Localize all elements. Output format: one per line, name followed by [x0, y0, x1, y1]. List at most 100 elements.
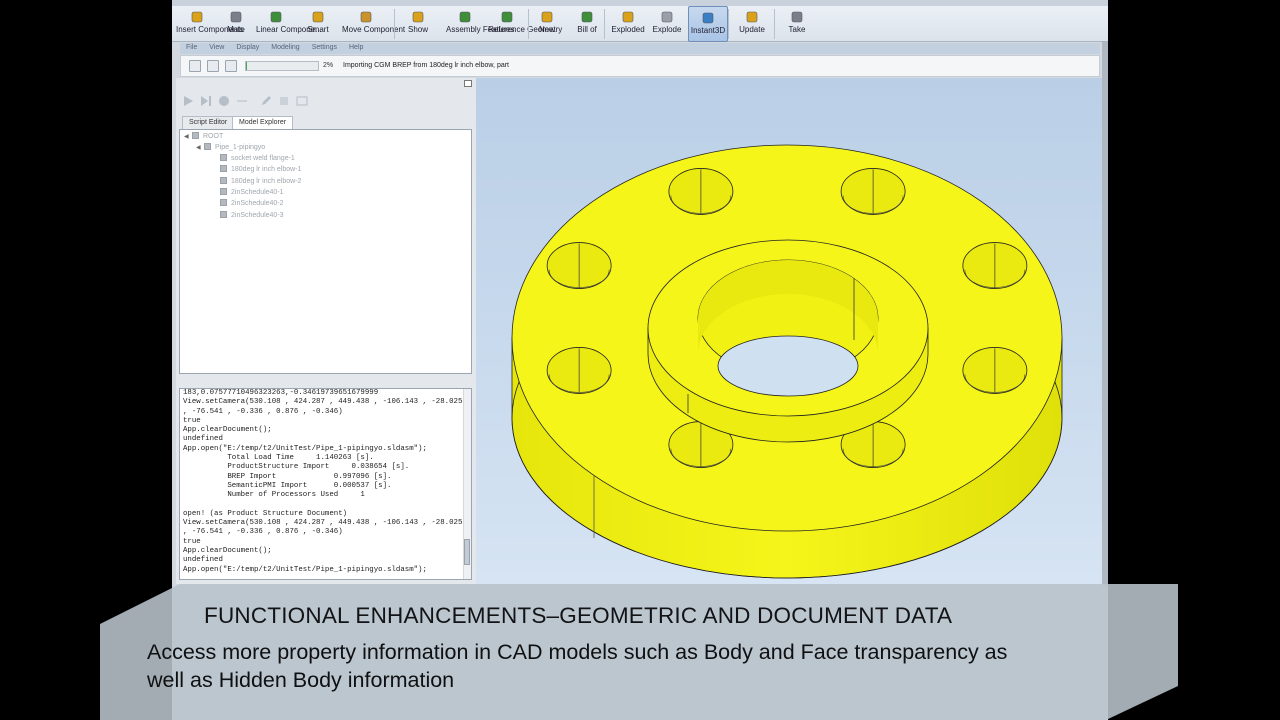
console-line: undefined — [183, 435, 223, 444]
show-button[interactable]: Show — [400, 6, 436, 42]
smart-button[interactable]: Smart — [300, 6, 336, 42]
panel-restore-icon[interactable] — [464, 80, 472, 87]
model-explorer-tree: ◀ ROOT ◀ Pipe_1-pipingyo socket weld flang… — [179, 129, 472, 374]
bolt-hole — [962, 242, 1028, 289]
console-scrollbar[interactable] — [463, 389, 471, 579]
reference-icon — [500, 10, 514, 24]
clear-icon[interactable] — [278, 95, 290, 107]
3d-viewport[interactable] — [476, 78, 1102, 584]
tree-item[interactable]: 2inSchedule40-2 — [220, 199, 284, 209]
bolt-hole — [840, 168, 906, 215]
ribbon-button-label: Show — [407, 25, 428, 34]
tree-item[interactable]: 2inSchedule40-1 — [220, 187, 284, 198]
part-icon — [220, 187, 227, 195]
collapse-triangle-icon[interactable]: ◀ — [196, 144, 204, 151]
console-line: App.open("E:/temp/t2/UnitTest/Pipe_1-pip… — [183, 444, 427, 453]
run-icon[interactable] — [182, 95, 194, 107]
menu-item-settings[interactable]: Settings — [306, 43, 343, 51]
ribbon-separator — [394, 9, 395, 39]
instant3d-button[interactable]: Instant3D — [688, 6, 728, 42]
part-icon — [220, 154, 227, 161]
console-line: Total Load Time 1.140263 [s]. — [183, 454, 374, 463]
move-component-button[interactable]: Move Component — [342, 6, 405, 42]
bill-of-materials-button[interactable]: Bill of — [568, 6, 606, 42]
exploded-icon — [621, 10, 635, 24]
console-output: 183,0.07577710496323263,-0.3461973965167… — [183, 389, 463, 575]
ribbon-button-label: Instant3D — [690, 26, 726, 35]
console-line: BREP Import 0.997096 [s]. — [183, 472, 392, 481]
tree-root-label: ROOT — [203, 133, 224, 140]
tree-item[interactable]: 180deg lr inch elbow-2 — [220, 176, 302, 187]
tree-item-label: 2inSchedule40-2 — [231, 200, 284, 208]
edit-icon[interactable] — [207, 60, 219, 72]
tree-item-label: 180deg lr inch elbow-2 — [231, 177, 302, 185]
ribbon-button-label: New — [538, 25, 555, 34]
part-icon — [220, 165, 227, 173]
root-icon — [192, 132, 199, 139]
stop-icon[interactable] — [218, 95, 230, 107]
console-line: SemanticPMI Import 0.000537 [s]. — [183, 481, 392, 490]
tree-assembly-label: Pipe_1-pipingyo — [215, 144, 266, 151]
mate-button[interactable]: Mate — [222, 6, 250, 42]
script-toolbar — [180, 92, 470, 110]
console-line: ProductStructure Import 0.038654 [s]. — [183, 463, 410, 472]
mate-icon — [229, 10, 243, 24]
import-status-message: Importing CGM BREP from 180deg lr inch e… — [343, 62, 510, 69]
menu-item-help[interactable]: Help — [343, 43, 369, 51]
tree-item[interactable]: 2inSchedule40-3 — [220, 210, 284, 221]
ribbon-button-label: Mate — [227, 25, 245, 34]
update-button[interactable]: Update — [734, 6, 770, 42]
explode-button[interactable]: Explode — [650, 6, 684, 42]
save-icon[interactable] — [225, 60, 237, 72]
linear-component-button[interactable]: Linear Compone... — [256, 6, 322, 42]
import-toolbar: 2% Importing CGM BREP from 180deg lr inc… — [180, 55, 1100, 77]
console-line: open! (as Product Structure Document) — [183, 509, 348, 518]
bore-through — [717, 335, 859, 397]
ribbon-button-label: Insert Components — [176, 25, 244, 34]
ribbon-separator — [604, 9, 605, 39]
new-icon — [540, 10, 554, 24]
tab-script-editor[interactable]: Script Editor — [182, 116, 235, 129]
new-button[interactable]: New — [534, 6, 560, 42]
menu-item-modeling[interactable]: Modeling — [265, 43, 305, 51]
bolt-hole — [546, 242, 612, 289]
separator-icon — [237, 100, 247, 102]
tree-item-label: socket weld flange-1 — [231, 155, 295, 162]
tab-model-explorer[interactable]: Model Explorer — [232, 116, 294, 130]
window-right-frame — [1102, 42, 1108, 586]
menu-item-view[interactable]: View — [203, 43, 230, 51]
console-line: 183,0.07577710496323263,-0.3461973965167… — [183, 389, 379, 397]
script-console[interactable]: 183,0.07577710496323263,-0.3461973965167… — [179, 388, 472, 580]
smart-icon — [311, 10, 325, 24]
bolt-hole — [546, 347, 612, 394]
tree-assembly[interactable]: ◀ Pipe_1-pipingyo — [196, 143, 265, 153]
console-line: View.setCamera(530.108 , 424.287 , 449.4… — [183, 398, 463, 407]
tree-root[interactable]: ◀ ROOT — [184, 132, 223, 142]
ribbon-toolbar: Insert Components Mate Linear Compone... Sm… — [172, 0, 1108, 42]
insert-components-button[interactable]: Insert Components — [176, 6, 244, 42]
tree-item-label: 180deg lr inch elbow-1 — [231, 166, 302, 174]
console-scroll-thumb[interactable] — [464, 539, 470, 565]
ribbon-button-label: Linear Compone... — [256, 25, 322, 34]
console-icon[interactable] — [296, 95, 308, 107]
ribbon-button-label: Reference Geometry — [488, 25, 563, 34]
import-progress-percent: 2% — [323, 62, 334, 69]
menu-item-file[interactable]: File — [180, 43, 203, 51]
move-icon — [359, 10, 373, 24]
tree-item[interactable]: 180deg lr inch elbow-1 — [220, 165, 301, 175]
console-line: true — [183, 537, 201, 546]
new-document-icon[interactable] — [189, 60, 201, 72]
instant3d-icon — [701, 11, 715, 25]
collapse-triangle-icon[interactable]: ◀ — [184, 133, 192, 140]
console-line: true — [183, 416, 201, 425]
menu-item-display[interactable]: Display — [230, 43, 265, 51]
tree-item[interactable]: socket weld flange-1 — [220, 154, 295, 164]
take-button[interactable]: Take — [782, 6, 812, 42]
reference-geometry-button[interactable]: Reference Geometry — [488, 6, 563, 42]
insert-icon — [190, 10, 204, 24]
flange-model[interactable] — [476, 78, 1102, 584]
assembly-features-button[interactable]: Assembly Features — [446, 6, 514, 42]
exploded-button[interactable]: Exploded — [610, 6, 646, 42]
step-run-icon[interactable] — [200, 95, 212, 107]
edit-script-icon[interactable] — [260, 95, 272, 107]
